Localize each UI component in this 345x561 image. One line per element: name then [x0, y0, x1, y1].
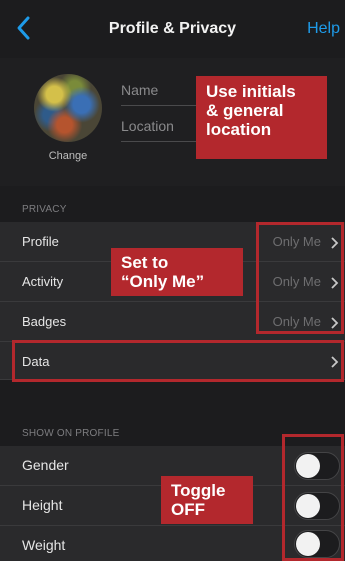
- privacy-row-data[interactable]: Data: [0, 342, 345, 380]
- chevron-right-icon: [329, 355, 339, 368]
- weight-toggle[interactable]: [294, 530, 340, 558]
- toggle-knob: [296, 494, 320, 518]
- row-value: Only Me: [272, 314, 321, 329]
- row-value: Only Me: [272, 274, 321, 289]
- row-label: Data: [22, 354, 50, 369]
- gender-toggle[interactable]: [294, 452, 340, 480]
- row-label: Weight: [22, 537, 66, 553]
- change-photo-button[interactable]: Change: [34, 150, 102, 162]
- location-field[interactable]: Location: [121, 112, 201, 142]
- row-label: Gender: [22, 457, 69, 473]
- initials-callout: Use initials & general location: [196, 76, 327, 159]
- row-label: Profile: [22, 234, 59, 249]
- privacy-section-header: PRIVACY: [0, 192, 345, 222]
- section-spacer: [0, 380, 345, 416]
- toggle-off-callout: Toggle OFF: [161, 476, 253, 524]
- row-value: Only Me: [272, 234, 321, 249]
- show-row-weight: Weight: [0, 526, 345, 561]
- navigation-bar: Profile & Privacy Help: [0, 0, 345, 58]
- chevron-right-icon: [329, 236, 339, 249]
- show-on-profile-section-header: SHOW ON PROFILE: [0, 416, 345, 446]
- name-field[interactable]: Name: [121, 76, 201, 106]
- row-label: Activity: [22, 274, 64, 289]
- avatar[interactable]: [34, 74, 102, 142]
- page-title: Profile & Privacy: [108, 20, 237, 37]
- row-label: Height: [22, 497, 63, 513]
- toggle-knob: [296, 454, 320, 478]
- row-label: Badges: [22, 314, 67, 329]
- help-button[interactable]: Help: [307, 20, 340, 38]
- height-toggle[interactable]: [294, 492, 340, 520]
- chevron-right-icon: [329, 276, 339, 289]
- toggle-knob: [296, 532, 320, 556]
- privacy-row-badges[interactable]: Badges Only Me: [0, 302, 345, 342]
- chevron-right-icon: [329, 316, 339, 329]
- only-me-callout: Set to “Only Me”: [111, 248, 243, 296]
